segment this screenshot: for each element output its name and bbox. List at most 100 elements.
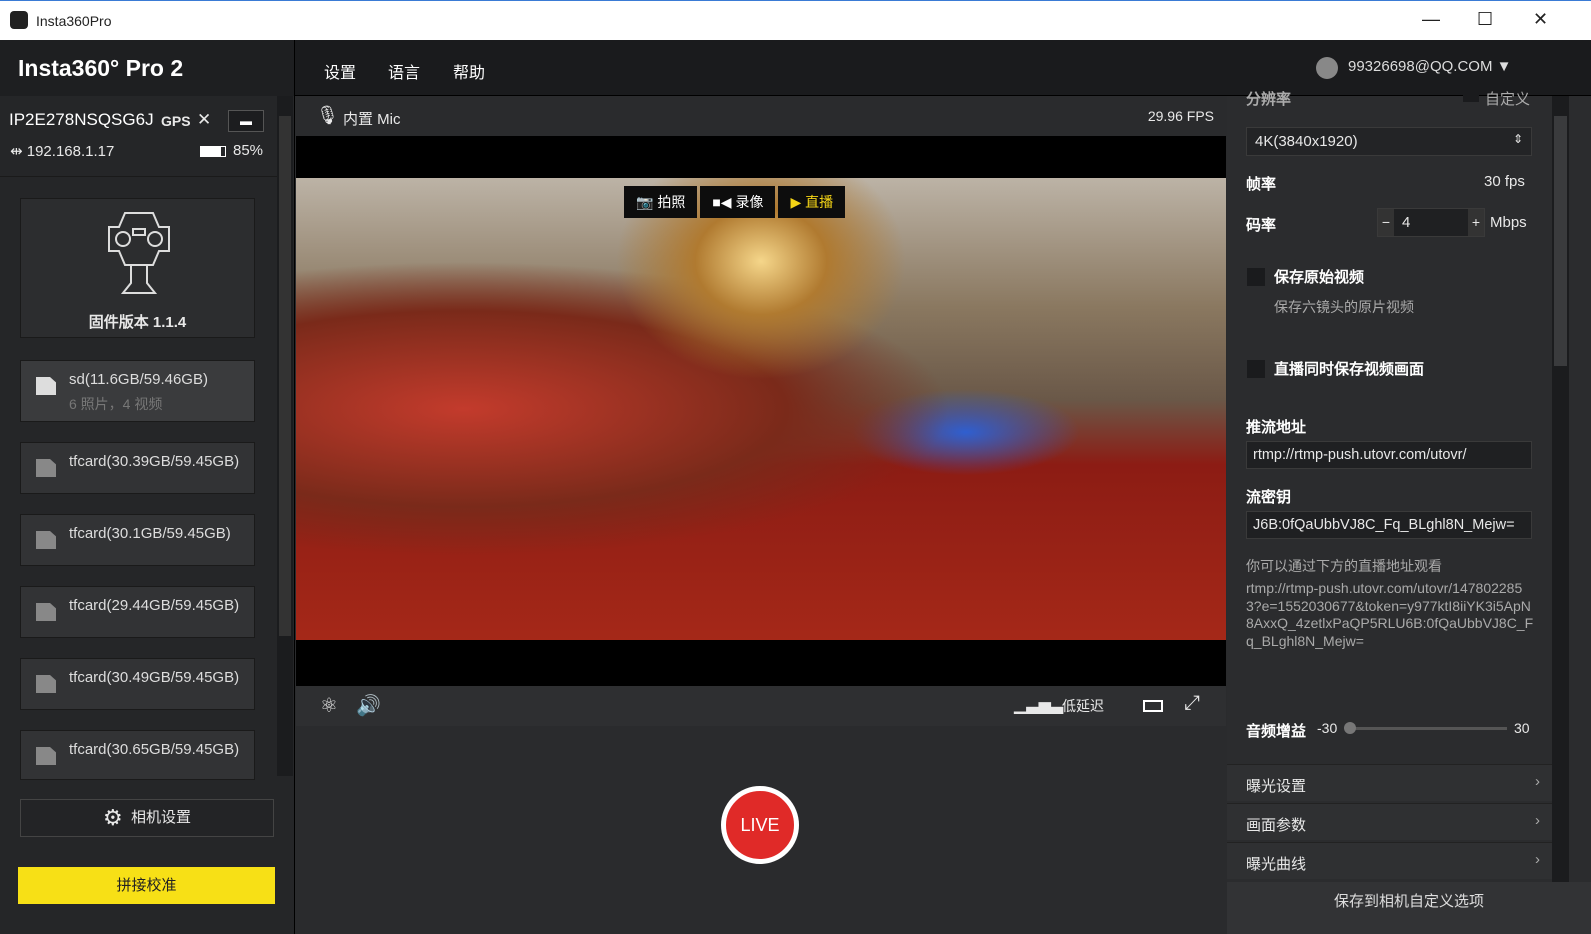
app-logo-icon	[10, 11, 28, 29]
select-arrows-icon: ⇕	[1512, 132, 1523, 146]
settings-panel: 分辨率 自定义 4K(3840x1920) ⇕ 帧率 30 fps 码率 − 4 …	[1227, 91, 1591, 934]
settings-scrollbar[interactable]	[1552, 96, 1569, 882]
sidebar-scrollbar[interactable]	[277, 96, 293, 776]
camera-settings-button[interactable]: ⚙ 相机设置	[20, 799, 274, 837]
video-camera-icon: ■◀	[712, 194, 732, 210]
audio-gain-slider[interactable]	[1344, 722, 1507, 734]
brand-area: Insta360° Pro 2	[0, 40, 295, 96]
storage-item-sd[interactable]: sd(11.6GB/59.46GB) 6 照片，4 视频	[20, 360, 255, 422]
menu-language[interactable]: 语言	[388, 59, 420, 83]
stream-key-input[interactable]: J6B:0fQaUbbVJ8C_Fq_BLghl8N_Mejw=	[1246, 511, 1532, 539]
mode-photo[interactable]: 📷 拍照	[624, 186, 698, 218]
section-label: 曝光设置	[1246, 778, 1307, 795]
stream-key-label: 流密钥	[1246, 489, 1292, 506]
push-url-input[interactable]: rtmp://rtmp-push.utovr.com/utovr/	[1246, 441, 1532, 469]
storage-item-tfcard[interactable]: tfcard(30.1GB/59.45GB)	[20, 514, 255, 566]
camera-settings-label: 相机设置	[131, 809, 192, 826]
bitrate-stepper: − 4 +	[1377, 208, 1485, 237]
watch-url[interactable]: rtmp://rtmp-push.utovr.com/utovr/1478022…	[1246, 580, 1536, 650]
chevron-right-icon: ›	[1535, 812, 1540, 829]
user-email: 99326698@QQ.COM	[1348, 58, 1493, 75]
section-exposure-curve[interactable]: 曝光曲线 ›	[1227, 842, 1552, 879]
camera-info-card: 固件版本 1.1.4	[20, 198, 255, 338]
audio-levels-icon[interactable]: ▁▃▅▃	[1014, 695, 1063, 715]
battery-percent: 85%	[233, 142, 264, 159]
battery-icon	[200, 146, 226, 157]
maximize-button[interactable]: ☐	[1477, 9, 1493, 30]
firmware-version: 固件版本 1.1.4	[88, 314, 187, 331]
fps-readout: 29.96 FPS	[1147, 108, 1214, 124]
fullscreen-icon[interactable]: ⤢	[1184, 692, 1200, 715]
chevron-right-icon: ›	[1535, 773, 1540, 790]
section-label: 曝光曲线	[1246, 856, 1307, 873]
panorama-preview-image	[296, 178, 1226, 640]
storage-name: tfcard(29.44GB/59.45GB)	[69, 597, 240, 614]
user-account[interactable]: 99326698@QQ.COM ▼	[1348, 58, 1512, 75]
section-exposure[interactable]: 曝光设置 ›	[1227, 764, 1552, 801]
storage-contents: 6 照片，4 视频	[69, 396, 163, 412]
microphone-icon: 🎙	[316, 105, 339, 125]
preview-toolbar: ⚛ 🔊 ▁▃▅▃ 低延迟 ⤢	[296, 686, 1226, 726]
custom-checkbox[interactable]	[1463, 92, 1479, 102]
mode-live[interactable]: ▶ 直播	[778, 186, 846, 218]
menu-help[interactable]: 帮助	[453, 59, 485, 83]
scrollbar-thumb[interactable]	[279, 116, 291, 636]
low-latency-toggle[interactable]: 低延迟	[1062, 696, 1104, 716]
device-sidebar: IP2E278NSQSG6J GPS ✕ ▬ ⇹ 192.168.1.17 85…	[0, 96, 295, 934]
scrollbar-thumb[interactable]	[1554, 116, 1567, 366]
camera-icon	[108, 212, 170, 294]
window-title: Insta360Pro	[36, 13, 112, 29]
save-live-checkbox[interactable]	[1247, 360, 1265, 378]
bitrate-unit: Mbps	[1490, 214, 1527, 231]
save-raw-checkbox[interactable]	[1247, 268, 1265, 286]
section-label: 画面参数	[1246, 817, 1307, 834]
tv-play-icon: ▶	[790, 194, 802, 210]
save-custom-button[interactable]: 保存到相机自定义选项	[1227, 882, 1591, 934]
mode-video[interactable]: ■◀ 录像	[700, 186, 776, 218]
brand-logo: Insta360° Pro 2	[18, 55, 184, 81]
bitrate-decrement[interactable]: −	[1378, 209, 1394, 236]
live-button[interactable]: LIVE	[721, 786, 799, 864]
mode-switcher: 📷 拍照 ■◀ 录像 ▶ 直播	[624, 186, 846, 218]
storage-name: tfcard(30.1GB/59.45GB)	[69, 525, 231, 542]
mic-bar: 🎙 内置 Mic 29.96 FPS	[296, 96, 1226, 136]
volume-icon[interactable]: 🔊	[356, 693, 381, 718]
storage-item-tfcard[interactable]: tfcard(30.49GB/59.45GB)	[20, 658, 255, 710]
framerate-value: 30 fps	[1484, 173, 1525, 190]
chevron-down-icon: ▼	[1496, 58, 1512, 75]
sd-card-icon	[36, 459, 56, 477]
gyro-icon[interactable]: ⚛	[320, 693, 338, 718]
preview-area: 🎙 内置 Mic 29.96 FPS 📷 拍照 ■◀ 录像 ▶ 直播 ⚛ 🔊 ▁…	[296, 96, 1226, 934]
storage-item-tfcard[interactable]: tfcard(30.39GB/59.45GB)	[20, 442, 255, 494]
ip-address: 192.168.1.17	[26, 143, 115, 160]
resolution-label: 分辨率	[1246, 91, 1292, 108]
storage-item-tfcard[interactable]: tfcard(30.65GB/59.45GB)	[20, 730, 255, 780]
mode-label: 录像	[735, 194, 764, 210]
aspect-ratio-icon[interactable]	[1143, 700, 1163, 712]
bitrate-input[interactable]: 4	[1402, 214, 1410, 231]
network-ip: ⇹ 192.168.1.17	[10, 142, 114, 160]
menu-settings[interactable]: 设置	[324, 59, 356, 83]
divider	[0, 176, 277, 177]
user-avatar-icon[interactable]	[1316, 57, 1338, 79]
resolution-select[interactable]: 4K(3840x1920) ⇕	[1246, 127, 1532, 156]
mode-label: 直播	[805, 194, 834, 210]
close-button[interactable]: ✕	[1533, 9, 1548, 30]
gps-off-icon: ✕	[197, 110, 212, 129]
mic-source[interactable]: 内置 Mic	[343, 108, 401, 129]
power-plug-icon[interactable]: ▬	[228, 110, 264, 132]
storage-name: tfcard(30.65GB/59.45GB)	[69, 741, 240, 758]
app-header: Insta360° Pro 2 设置 语言 帮助 99326698@QQ.COM…	[0, 40, 1591, 96]
stitch-calibration-button[interactable]: 拼接校准	[18, 867, 275, 904]
slider-handle[interactable]	[1344, 722, 1356, 734]
framerate-label: 帧率	[1246, 176, 1277, 193]
storage-item-tfcard[interactable]: tfcard(29.44GB/59.45GB)	[20, 586, 255, 638]
mode-label: 拍照	[657, 194, 686, 210]
bitrate-label: 码率	[1246, 217, 1277, 234]
gear-icon: ⚙	[102, 805, 123, 831]
bitrate-increment[interactable]: +	[1468, 209, 1484, 236]
section-image-params[interactable]: 画面参数 ›	[1227, 803, 1552, 840]
minimize-button[interactable]: —	[1422, 9, 1440, 30]
chevron-right-icon: ›	[1535, 851, 1540, 868]
video-preview[interactable]: 📷 拍照 ■◀ 录像 ▶ 直播	[296, 136, 1226, 686]
